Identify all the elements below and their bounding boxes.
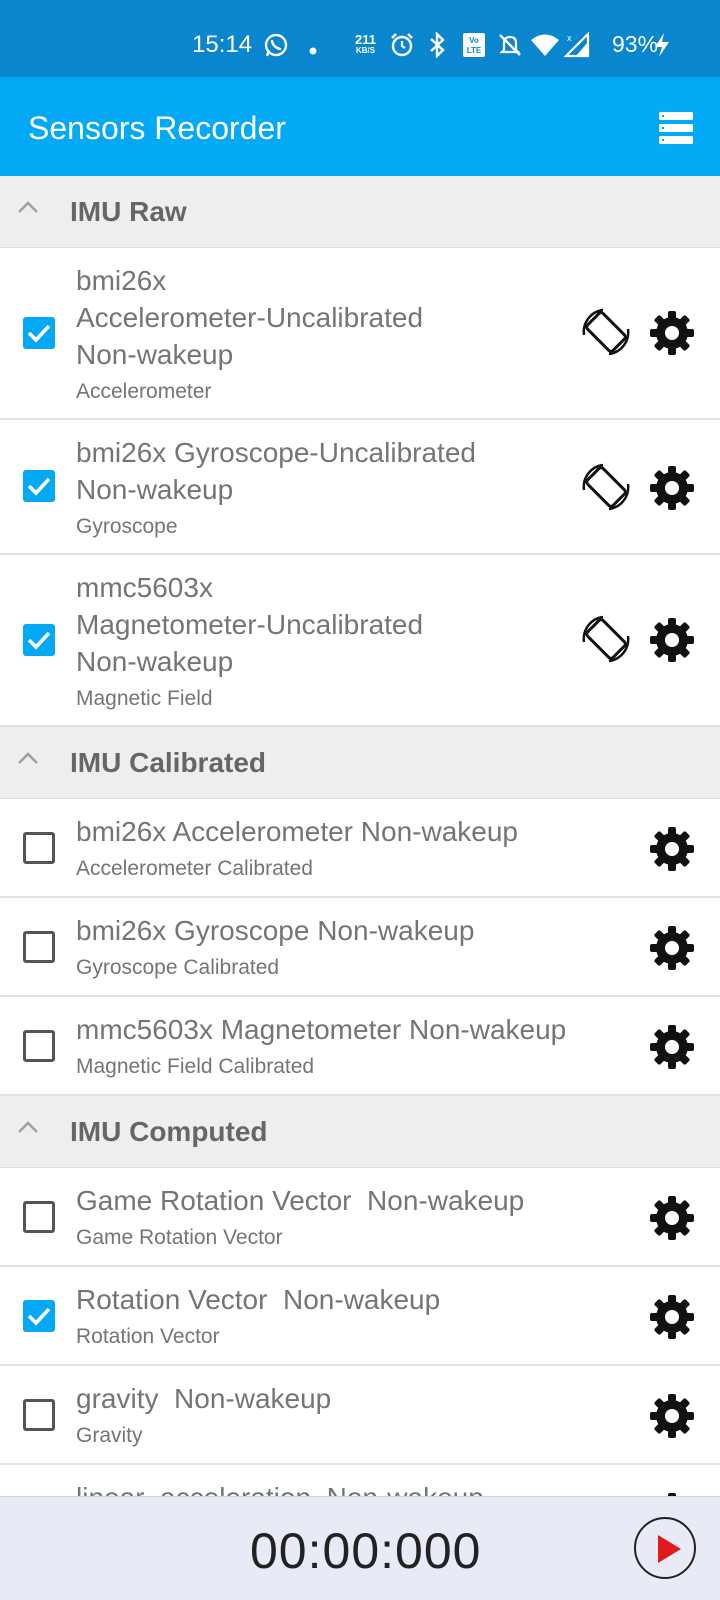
group-title: IMU Calibrated bbox=[70, 747, 267, 778]
sensor-name: mmc5603x Magnetometer Non-wakeup bbox=[76, 1014, 567, 1045]
sensor-checkbox[interactable] bbox=[23, 624, 55, 656]
sensor-text: mmc5603x Magnetometer Non-wakeup Magneti… bbox=[76, 1011, 636, 1079]
sensor-text: linear_acceleration Non-wakeup Linear Ac… bbox=[76, 1479, 636, 1496]
sensor-name: bmi26x Gyroscope Non-wakeup bbox=[76, 915, 475, 946]
gear-icon[interactable] bbox=[648, 616, 696, 664]
chevron-up-icon bbox=[18, 1121, 38, 1133]
gear-icon[interactable] bbox=[648, 825, 696, 873]
whatsapp-icon bbox=[263, 32, 289, 63]
sensor-text: bmi26x Accelerometer Non-wakeup Accelero… bbox=[76, 813, 636, 881]
group-title: IMU Raw bbox=[70, 196, 187, 227]
screen-rotation-icon[interactable] bbox=[581, 614, 631, 664]
app-title: Sensors Recorder bbox=[28, 110, 286, 146]
signal-icon: x bbox=[563, 31, 590, 63]
gear-icon[interactable] bbox=[648, 464, 696, 512]
sensor-row[interactable]: linear_acceleration Non-wakeup Linear Ac… bbox=[0, 1465, 720, 1496]
gear-icon[interactable] bbox=[648, 924, 696, 972]
sensor-row[interactable]: Game Rotation Vector Non-wakeup Game Rot… bbox=[0, 1168, 720, 1267]
sensor-type: Gyroscope bbox=[76, 515, 178, 538]
sensor-text: Game Rotation Vector Non-wakeup Game Rot… bbox=[76, 1182, 636, 1250]
sensor-name: mmc5603x Magnetometer-Uncalibrated Non-w… bbox=[76, 572, 424, 677]
mute-icon bbox=[497, 32, 523, 63]
sensor-text: bmi26x Gyroscope Non-wakeup Gyroscope Ca… bbox=[76, 912, 636, 980]
sensor-type: Magnetic Field Calibrated bbox=[76, 1055, 315, 1078]
sensor-row[interactable]: bmi26x Gyroscope-Uncalibrated Non-wakeup… bbox=[0, 420, 720, 555]
sensor-text: mmc5603x Magnetometer-Uncalibrated Non-w… bbox=[76, 569, 636, 711]
sensor-row[interactable]: mmc5603x Magnetometer-Uncalibrated Non-w… bbox=[0, 555, 720, 727]
sensor-checkbox[interactable] bbox=[23, 832, 55, 864]
gear-icon[interactable] bbox=[648, 1023, 696, 1071]
sensor-checkbox[interactable] bbox=[23, 1399, 55, 1431]
svg-text:x: x bbox=[567, 33, 572, 43]
sensor-row[interactable]: Rotation Vector Non-wakeup Rotation Vect… bbox=[0, 1267, 720, 1366]
sensor-type: Accelerometer Calibrated bbox=[76, 857, 313, 880]
gear-icon[interactable] bbox=[648, 1293, 696, 1341]
sensor-checkbox[interactable] bbox=[23, 317, 55, 349]
sensor-name: Game Rotation Vector Non-wakeup bbox=[76, 1185, 525, 1216]
dot-icon bbox=[309, 42, 317, 60]
group-title: IMU Computed bbox=[70, 1116, 268, 1147]
svg-text:LTE: LTE bbox=[467, 46, 482, 55]
sensor-list[interactable]: IMU Raw bmi26x Accelerometer-Uncalibrate… bbox=[0, 176, 720, 1496]
sensor-type: Accelerometer bbox=[76, 380, 212, 403]
sensor-checkbox[interactable] bbox=[23, 931, 55, 963]
group-header-imu-calibrated[interactable]: IMU Calibrated bbox=[0, 727, 720, 799]
svg-text:Vo: Vo bbox=[469, 36, 479, 45]
sensor-row[interactable]: bmi26x Accelerometer Non-wakeup Accelero… bbox=[0, 799, 720, 898]
chevron-up-icon bbox=[18, 201, 38, 213]
alarm-icon bbox=[390, 32, 414, 63]
sensor-name: bmi26x Accelerometer-Uncalibrated Non-wa… bbox=[76, 265, 424, 370]
network-speed-unit: KB/S bbox=[355, 46, 376, 55]
group-header-imu-raw[interactable]: IMU Raw bbox=[0, 176, 720, 248]
app-bar: Sensors Recorder bbox=[0, 77, 720, 176]
gear-icon[interactable] bbox=[648, 1392, 696, 1440]
list-menu-icon[interactable] bbox=[656, 108, 696, 148]
status-bar: 15:14 211 KB/S Vo LTE x 93% bbox=[0, 0, 720, 77]
wifi-icon bbox=[530, 32, 560, 63]
sensor-type: Gyroscope Calibrated bbox=[76, 956, 280, 979]
sensor-checkbox[interactable] bbox=[23, 1300, 55, 1332]
sensor-text: Rotation Vector Non-wakeup Rotation Vect… bbox=[76, 1281, 636, 1349]
screen-rotation-icon[interactable] bbox=[581, 462, 631, 512]
group-header-imu-computed[interactable]: IMU Computed bbox=[0, 1096, 720, 1168]
sensor-text: bmi26x Gyroscope-Uncalibrated Non-wakeup… bbox=[76, 434, 636, 539]
network-speed: 211 KB/S bbox=[355, 33, 376, 56]
sensor-name: gravity Non-wakeup bbox=[76, 1383, 332, 1414]
sensor-type: Magnetic Field bbox=[76, 687, 213, 710]
recording-timer: 00:00:000 bbox=[250, 1523, 482, 1579]
gear-icon[interactable] bbox=[648, 309, 696, 357]
sensor-row[interactable]: bmi26x Accelerometer-Uncalibrated Non-wa… bbox=[0, 248, 720, 420]
sensor-checkbox[interactable] bbox=[23, 1030, 55, 1062]
sensor-row[interactable]: bmi26x Gyroscope Non-wakeup Gyroscope Ca… bbox=[0, 898, 720, 997]
volte-icon: Vo LTE bbox=[462, 32, 486, 63]
play-icon bbox=[658, 1535, 681, 1563]
battery-level: 93% bbox=[612, 31, 659, 57]
play-button[interactable] bbox=[634, 1517, 696, 1579]
sensor-name: Rotation Vector Non-wakeup bbox=[76, 1284, 441, 1315]
sensor-text: bmi26x Accelerometer-Uncalibrated Non-wa… bbox=[76, 262, 636, 404]
screen-rotation-icon[interactable] bbox=[581, 307, 631, 357]
sensor-type: Rotation Vector bbox=[76, 1325, 220, 1348]
sensor-text: gravity Non-wakeup Gravity bbox=[76, 1380, 636, 1448]
sensor-name: linear_acceleration Non-wakeup bbox=[76, 1479, 636, 1496]
chevron-up-icon bbox=[18, 752, 38, 764]
charging-icon bbox=[653, 32, 671, 63]
sensor-type: Gravity bbox=[76, 1424, 143, 1447]
sensor-row[interactable]: mmc5603x Magnetometer Non-wakeup Magneti… bbox=[0, 997, 720, 1096]
sensor-checkbox[interactable] bbox=[23, 1201, 55, 1233]
status-time: 15:14 bbox=[192, 31, 253, 58]
sensor-type: Game Rotation Vector bbox=[76, 1226, 283, 1249]
sensor-row[interactable]: gravity Non-wakeup Gravity bbox=[0, 1366, 720, 1465]
sensor-checkbox[interactable] bbox=[23, 470, 55, 502]
recorder-bar: 00:00:000 bbox=[0, 1496, 720, 1600]
bluetooth-icon bbox=[427, 31, 449, 63]
gear-icon[interactable] bbox=[648, 1194, 696, 1242]
sensor-name: bmi26x Gyroscope-Uncalibrated Non-wakeup bbox=[76, 437, 476, 505]
sensor-name: bmi26x Accelerometer Non-wakeup bbox=[76, 816, 518, 847]
